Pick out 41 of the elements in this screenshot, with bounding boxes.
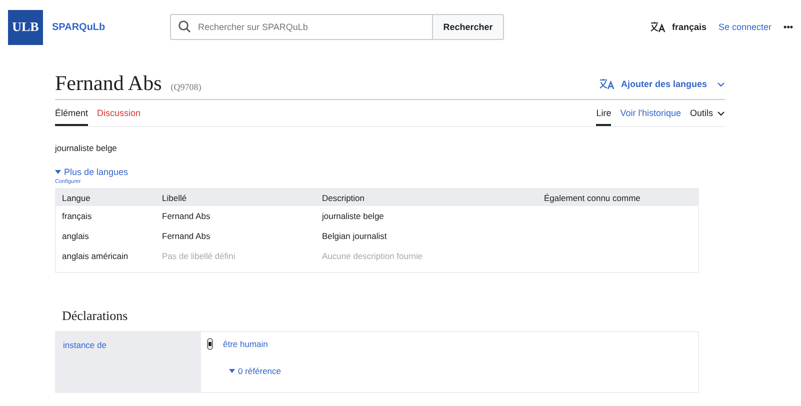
column-header: Langue — [61, 192, 92, 205]
search-button[interactable]: Rechercher — [432, 14, 504, 40]
add-languages-button[interactable]: Ajouter des langues — [598, 78, 725, 90]
property-link[interactable]: instance de — [56, 332, 201, 392]
tab[interactable]: Outils — [690, 105, 725, 126]
caret-icon — [229, 369, 235, 373]
translate-icon — [650, 21, 666, 33]
caret-icon — [55, 170, 61, 174]
login-link[interactable]: Se connecter — [718, 22, 772, 32]
tab[interactable]: Lire — [596, 105, 612, 126]
references-toggle[interactable]: 0 référence — [229, 366, 692, 376]
item-id: (Q9708) — [170, 82, 202, 92]
table-cell-text: Belgian journalist — [321, 230, 388, 243]
section-heading: Déclarations — [62, 308, 129, 324]
translate-icon — [598, 78, 615, 90]
description-text: journaliste belge — [55, 143, 118, 153]
table-cell-text: anglais — [61, 230, 90, 243]
column-header: Description — [321, 192, 366, 205]
table-cell-text: Aucune description fournie — [321, 250, 424, 263]
search-field[interactable]: Rechercher sur SPARQuLb — [170, 14, 432, 40]
table-cell-text: Pas de libellé défini — [161, 250, 236, 263]
logo[interactable]: ULB — [8, 10, 43, 44]
tab[interactable]: Voir l'historique — [620, 105, 681, 126]
rank-icon[interactable] — [207, 338, 213, 350]
more-languages-toggle[interactable]: Plus de langues — [55, 167, 128, 177]
tab[interactable]: Discussion — [97, 105, 141, 126]
column-header: Libellé — [161, 192, 188, 205]
value-link[interactable]: être humain — [223, 339, 268, 349]
chevron-icon — [717, 111, 725, 116]
more-button[interactable]: ••• — [784, 22, 793, 32]
table-cell-text: français — [61, 210, 93, 223]
table-cell-text: journaliste belge — [320, 210, 385, 223]
chevron-icon — [717, 82, 725, 86]
table-cell-text: Fernand Abs — [161, 230, 212, 243]
language-selector[interactable]: français — [650, 21, 706, 33]
table-cell-text: anglais américain — [61, 250, 130, 263]
site-name-link[interactable]: SPARQuLb — [52, 22, 170, 32]
tab[interactable]: Élément — [55, 105, 88, 126]
table-cell-text: Fernand Abs — [161, 210, 212, 223]
column-header: Également connu comme — [543, 192, 642, 205]
page-title: Fernand Abs — [55, 71, 162, 96]
